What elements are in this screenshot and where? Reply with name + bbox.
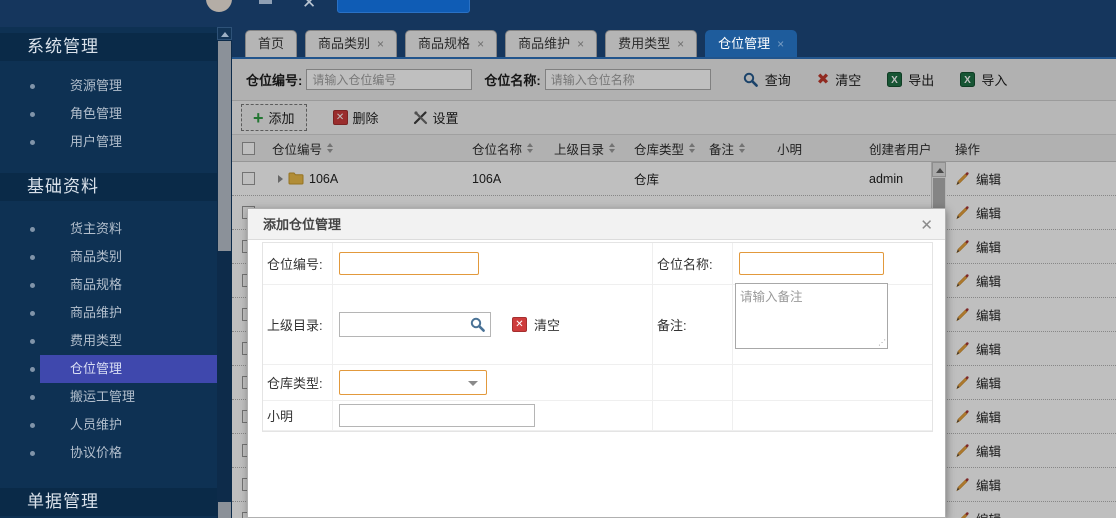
tab-close-icon[interactable]: × [677, 37, 684, 51]
primary-button[interactable] [337, 0, 470, 13]
add-cell-dialog: 添加仓位管理 ✕ 仓位编号: 仓位名称: 上级目录: ✕ 清空 备注: [247, 208, 946, 518]
tab-label: 商品规格 [418, 36, 470, 51]
xiaoming-label: 小明 [263, 401, 333, 431]
dialog-close-icon[interactable]: ✕ [920, 216, 933, 234]
sidebar-scrollbar[interactable] [217, 27, 232, 518]
sidebar-item-label: 费用类型 [70, 327, 122, 355]
bullet-icon [30, 140, 35, 145]
bullet-icon [30, 339, 35, 344]
parent-label: 上级目录: [263, 285, 333, 365]
search-icon[interactable] [470, 317, 486, 333]
tab-label: 首页 [258, 36, 284, 51]
sidebar-item-label: 搬运工管理 [70, 383, 135, 411]
sidebar-item-仓位管理[interactable]: 仓位管理 [0, 355, 217, 383]
tab-label: 费用类型 [618, 36, 670, 51]
scrollbar-thumb[interactable] [218, 41, 231, 251]
name-input[interactable] [739, 252, 884, 275]
sidebar-section: 系统管理资源管理角色管理用户管理 [0, 33, 217, 156]
app-window: ✕ 系统管理资源管理角色管理用户管理基础资料货主资料商品类别商品规格商品维护费用… [0, 0, 1116, 518]
sidebar-item-搬运工管理[interactable]: 搬运工管理 [0, 383, 217, 411]
sidebar-section: 单据管理 [0, 488, 217, 516]
resize-grip-icon[interactable]: ⋰ [878, 338, 885, 347]
sidebar-item-label: 人员维护 [70, 411, 122, 439]
bullet-icon [30, 84, 35, 89]
clear-label: 清空 [534, 315, 560, 334]
sidebar-section-title: 单据管理 [0, 488, 217, 516]
chevron-down-icon [468, 381, 478, 386]
sidebar-item-费用类型[interactable]: 费用类型 [0, 327, 217, 355]
note-label: 备注: [653, 285, 733, 365]
sidebar-section-title: 系统管理 [0, 33, 217, 61]
sidebar-item-label: 仓位管理 [70, 355, 122, 383]
bullet-icon [30, 311, 35, 316]
dialog-title: 添加仓位管理 [248, 209, 945, 240]
sidebar-item-资源管理[interactable]: 资源管理 [0, 72, 217, 100]
tab-首页[interactable]: 首页 [245, 30, 297, 57]
sidebar-item-label: 商品类别 [70, 243, 122, 271]
sidebar-section-title: 基础资料 [0, 173, 217, 201]
sidebar-item-label: 角色管理 [70, 100, 122, 128]
sidebar-item-label: 用户管理 [70, 128, 122, 156]
bullet-icon [30, 112, 35, 117]
bullet-icon [30, 395, 35, 400]
sidebar-item-商品类别[interactable]: 商品类别 [0, 243, 217, 271]
sidebar-item-label: 资源管理 [70, 72, 122, 100]
sidebar-item-人员维护[interactable]: 人员维护 [0, 411, 217, 439]
tab-仓位管理[interactable]: 仓位管理 × [705, 30, 797, 57]
sidebar: 系统管理资源管理角色管理用户管理基础资料货主资料商品类别商品规格商品维护费用类型… [0, 27, 232, 518]
sidebar-item-商品规格[interactable]: 商品规格 [0, 271, 217, 299]
close-icon[interactable]: ✕ [302, 0, 316, 13]
bullet-icon [30, 255, 35, 260]
name-label: 仓位名称: [653, 243, 733, 285]
tab-label: 商品维护 [518, 36, 570, 51]
note-textarea[interactable] [735, 283, 888, 349]
scroll-up-icon[interactable] [217, 27, 232, 40]
sidebar-section: 基础资料货主资料商品类别商品规格商品维护费用类型仓位管理搬运工管理人员维护协议价… [0, 173, 217, 467]
sidebar-item-label: 协议价格 [70, 439, 122, 467]
tab-商品维护[interactable]: 商品维护 × [505, 30, 597, 57]
tab-费用类型[interactable]: 费用类型 × [605, 30, 697, 57]
sidebar-item-货主资料[interactable]: 货主资料 [0, 215, 217, 243]
code-label: 仓位编号: [263, 243, 333, 285]
bullet-icon [30, 227, 35, 232]
tab-label: 仓位管理 [718, 36, 770, 51]
parent-lookup-input[interactable] [339, 312, 491, 337]
dialog-form: 仓位编号: 仓位名称: 上级目录: ✕ 清空 备注: ⋰ [262, 242, 933, 432]
warehouse-type-select[interactable] [339, 370, 487, 395]
clear-icon: ✕ [512, 317, 527, 332]
sidebar-item-label: 货主资料 [70, 215, 122, 243]
scrollbar-bottom[interactable] [218, 502, 231, 518]
sidebar-item-label: 商品维护 [70, 299, 122, 327]
tab-close-icon[interactable]: × [577, 37, 584, 51]
parent-clear-button[interactable]: ✕ 清空 [512, 315, 560, 334]
sidebar-item-label: 商品规格 [70, 271, 122, 299]
sidebar-item-协议价格[interactable]: 协议价格 [0, 439, 217, 467]
tab-close-icon[interactable]: × [477, 37, 484, 51]
bullet-icon [30, 283, 35, 288]
bullet-icon [30, 423, 35, 428]
minimize-icon[interactable] [259, 0, 272, 4]
bullet-icon [30, 367, 35, 372]
sidebar-item-角色管理[interactable]: 角色管理 [0, 100, 217, 128]
xiaoming-input[interactable] [339, 404, 535, 427]
top-bar: ✕ [0, 0, 1116, 27]
sidebar-item-商品维护[interactable]: 商品维护 [0, 299, 217, 327]
tab-label: 商品类别 [318, 36, 370, 51]
tab-close-icon[interactable]: × [377, 37, 384, 51]
code-input[interactable] [339, 252, 479, 275]
avatar [206, 0, 232, 12]
sidebar-item-用户管理[interactable]: 用户管理 [0, 128, 217, 156]
bullet-icon [30, 451, 35, 456]
type-label: 仓库类型: [263, 365, 333, 401]
tab-close-icon[interactable]: × [777, 37, 784, 51]
tab-商品类别[interactable]: 商品类别 × [305, 30, 397, 57]
tab-bar: 首页 商品类别 × 商品规格 × 商品维护 × 费用类型 × 仓位管理 × [232, 27, 1116, 57]
tab-商品规格[interactable]: 商品规格 × [405, 30, 497, 57]
